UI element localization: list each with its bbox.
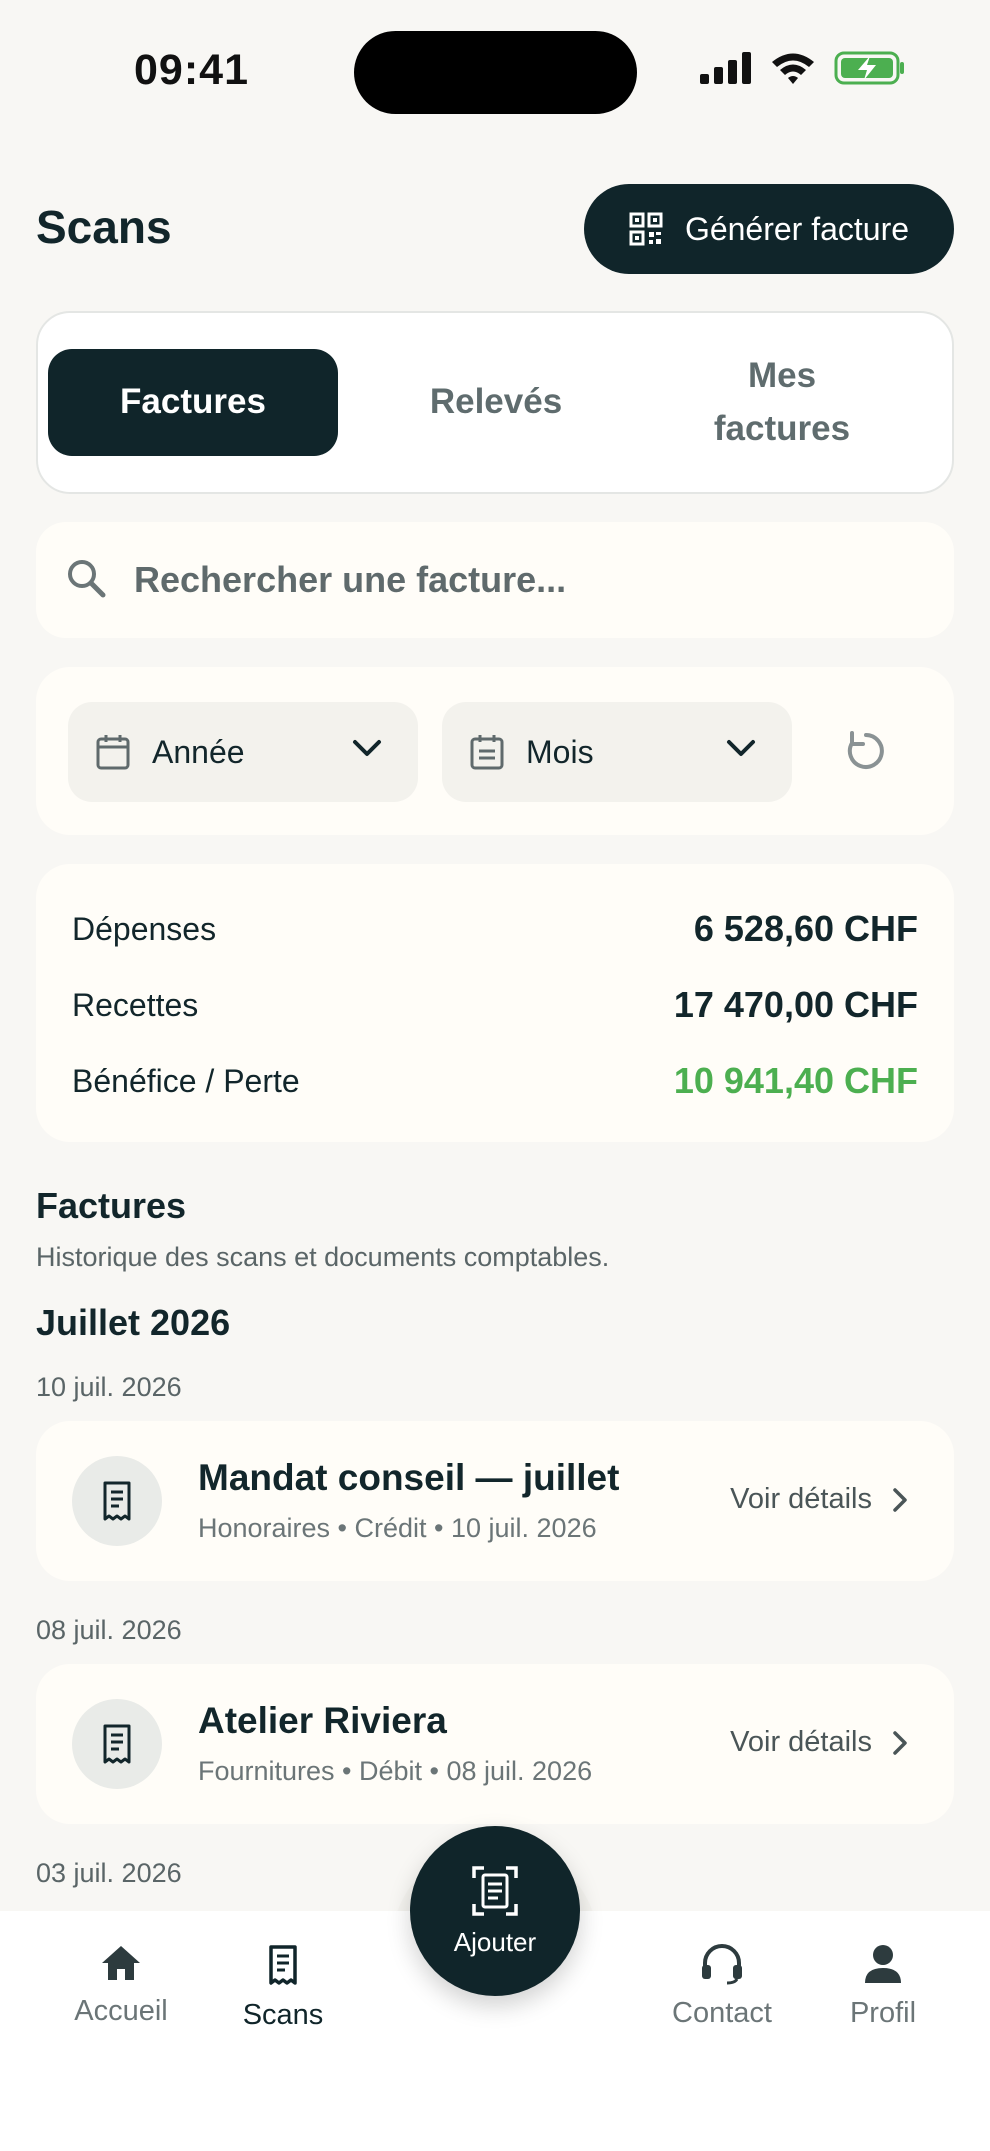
status-bar: 09:41 [0, 0, 990, 150]
wifi-icon [772, 53, 814, 84]
calendar-icon [96, 734, 130, 770]
receipt-icon [269, 1945, 297, 1985]
tab-mes-factures[interactable]: Mes factures [652, 349, 912, 456]
generate-invoice-label: Générer facture [684, 210, 910, 247]
receipt-icon [72, 1456, 162, 1546]
add-scan-button[interactable]: Ajouter [410, 1826, 580, 1996]
expenses-value: 6 528,60 CHF [693, 908, 918, 949]
date-heading: 03 juil. 2026 [36, 1858, 182, 1888]
tab-releves[interactable]: Relevés [351, 349, 641, 456]
view-details-label: Voir détails [730, 1483, 872, 1515]
financial-summary: Dépenses 6 528,60 CHF Recettes 17 470,00… [36, 864, 954, 1142]
nav-item-contact[interactable]: Contact [642, 1943, 802, 2030]
profit-label: Bénéfice / Perte [72, 1062, 300, 1099]
nav-item-profile[interactable]: Profil [803, 1943, 963, 2030]
nav-label-scans: Scans [242, 1999, 324, 2031]
income-label: Recettes [72, 986, 199, 1023]
user-icon [865, 1945, 901, 1983]
receipt-icon [72, 1699, 162, 1789]
nav-item-home[interactable]: Accueil [41, 1943, 201, 2028]
home-icon [102, 1946, 140, 1980]
filters-panel: Année Mois [36, 667, 954, 835]
invoice-meta: Honoraires • Crédit • 10 juil. 2026 [198, 1513, 597, 1543]
chevron-down-icon [352, 738, 382, 758]
nav-label-profile: Profil [849, 1997, 917, 2029]
scan-document-icon [472, 1865, 518, 1916]
invoice-meta: Fournitures • Débit • 08 juil. 2026 [198, 1756, 593, 1786]
generate-invoice-button[interactable]: Générer facture [584, 184, 954, 274]
invoice-title: Atelier Riviera [198, 1700, 447, 1741]
expenses-label: Dépenses [72, 910, 217, 947]
view-details-link[interactable]: Voir détails [730, 1483, 908, 1516]
status-time: 09:41 [134, 46, 249, 94]
section-subtitle: Historique des scans et documents compta… [36, 1242, 610, 1272]
chevron-right-icon [893, 1487, 907, 1512]
dynamic-island [354, 31, 637, 114]
year-select-value: Année [152, 733, 245, 770]
add-scan-label: Ajouter [453, 1926, 537, 1957]
date-heading: 10 juil. 2026 [36, 1372, 182, 1402]
tab-factures[interactable]: Factures [48, 349, 338, 456]
summary-profit-row: Bénéfice / Perte 10 941,40 CHF [72, 1056, 918, 1106]
search-input[interactable] [134, 559, 914, 601]
search-bar [36, 522, 954, 638]
nav-item-scans[interactable]: Scans [203, 1943, 363, 2032]
nav-label-home: Accueil [74, 1995, 168, 2027]
chevron-right-icon [893, 1730, 907, 1755]
invoice-card[interactable]: Mandat conseil — juillet Honoraires • Cr… [36, 1421, 954, 1581]
month-heading: Juillet 2026 [36, 1302, 231, 1343]
chevron-down-icon [726, 738, 756, 758]
year-select[interactable]: Année [68, 702, 418, 802]
month-select-value: Mois [526, 733, 594, 770]
calendar-list-icon [470, 734, 504, 770]
income-value: 17 470,00 CHF [673, 984, 918, 1025]
invoice-card[interactable]: Atelier Riviera Fournitures • Débit • 08… [36, 1664, 954, 1824]
profit-value: 10 941,40 CHF [673, 1060, 918, 1101]
section-title: Factures [36, 1185, 187, 1226]
document-type-tabs: Factures Relevés Mes factures [36, 311, 954, 494]
signal-icon [700, 52, 751, 84]
view-details-label: Voir détails [730, 1726, 872, 1758]
headset-icon [702, 1944, 742, 1985]
month-select[interactable]: Mois [442, 702, 792, 802]
reset-filters-icon[interactable] [844, 729, 888, 773]
status-icons [700, 50, 906, 86]
summary-expenses-row: Dépenses 6 528,60 CHF [72, 904, 918, 954]
summary-income-row: Recettes 17 470,00 CHF [72, 980, 918, 1030]
battery-icon [834, 51, 904, 85]
nav-label-contact: Contact [672, 1997, 772, 2029]
view-details-link[interactable]: Voir détails [730, 1726, 908, 1759]
qr-code-icon [629, 212, 663, 246]
invoice-title: Mandat conseil — juillet [198, 1457, 620, 1498]
date-heading: 08 juil. 2026 [36, 1615, 182, 1645]
page-title: Scans [36, 201, 172, 253]
search-icon [66, 558, 106, 603]
